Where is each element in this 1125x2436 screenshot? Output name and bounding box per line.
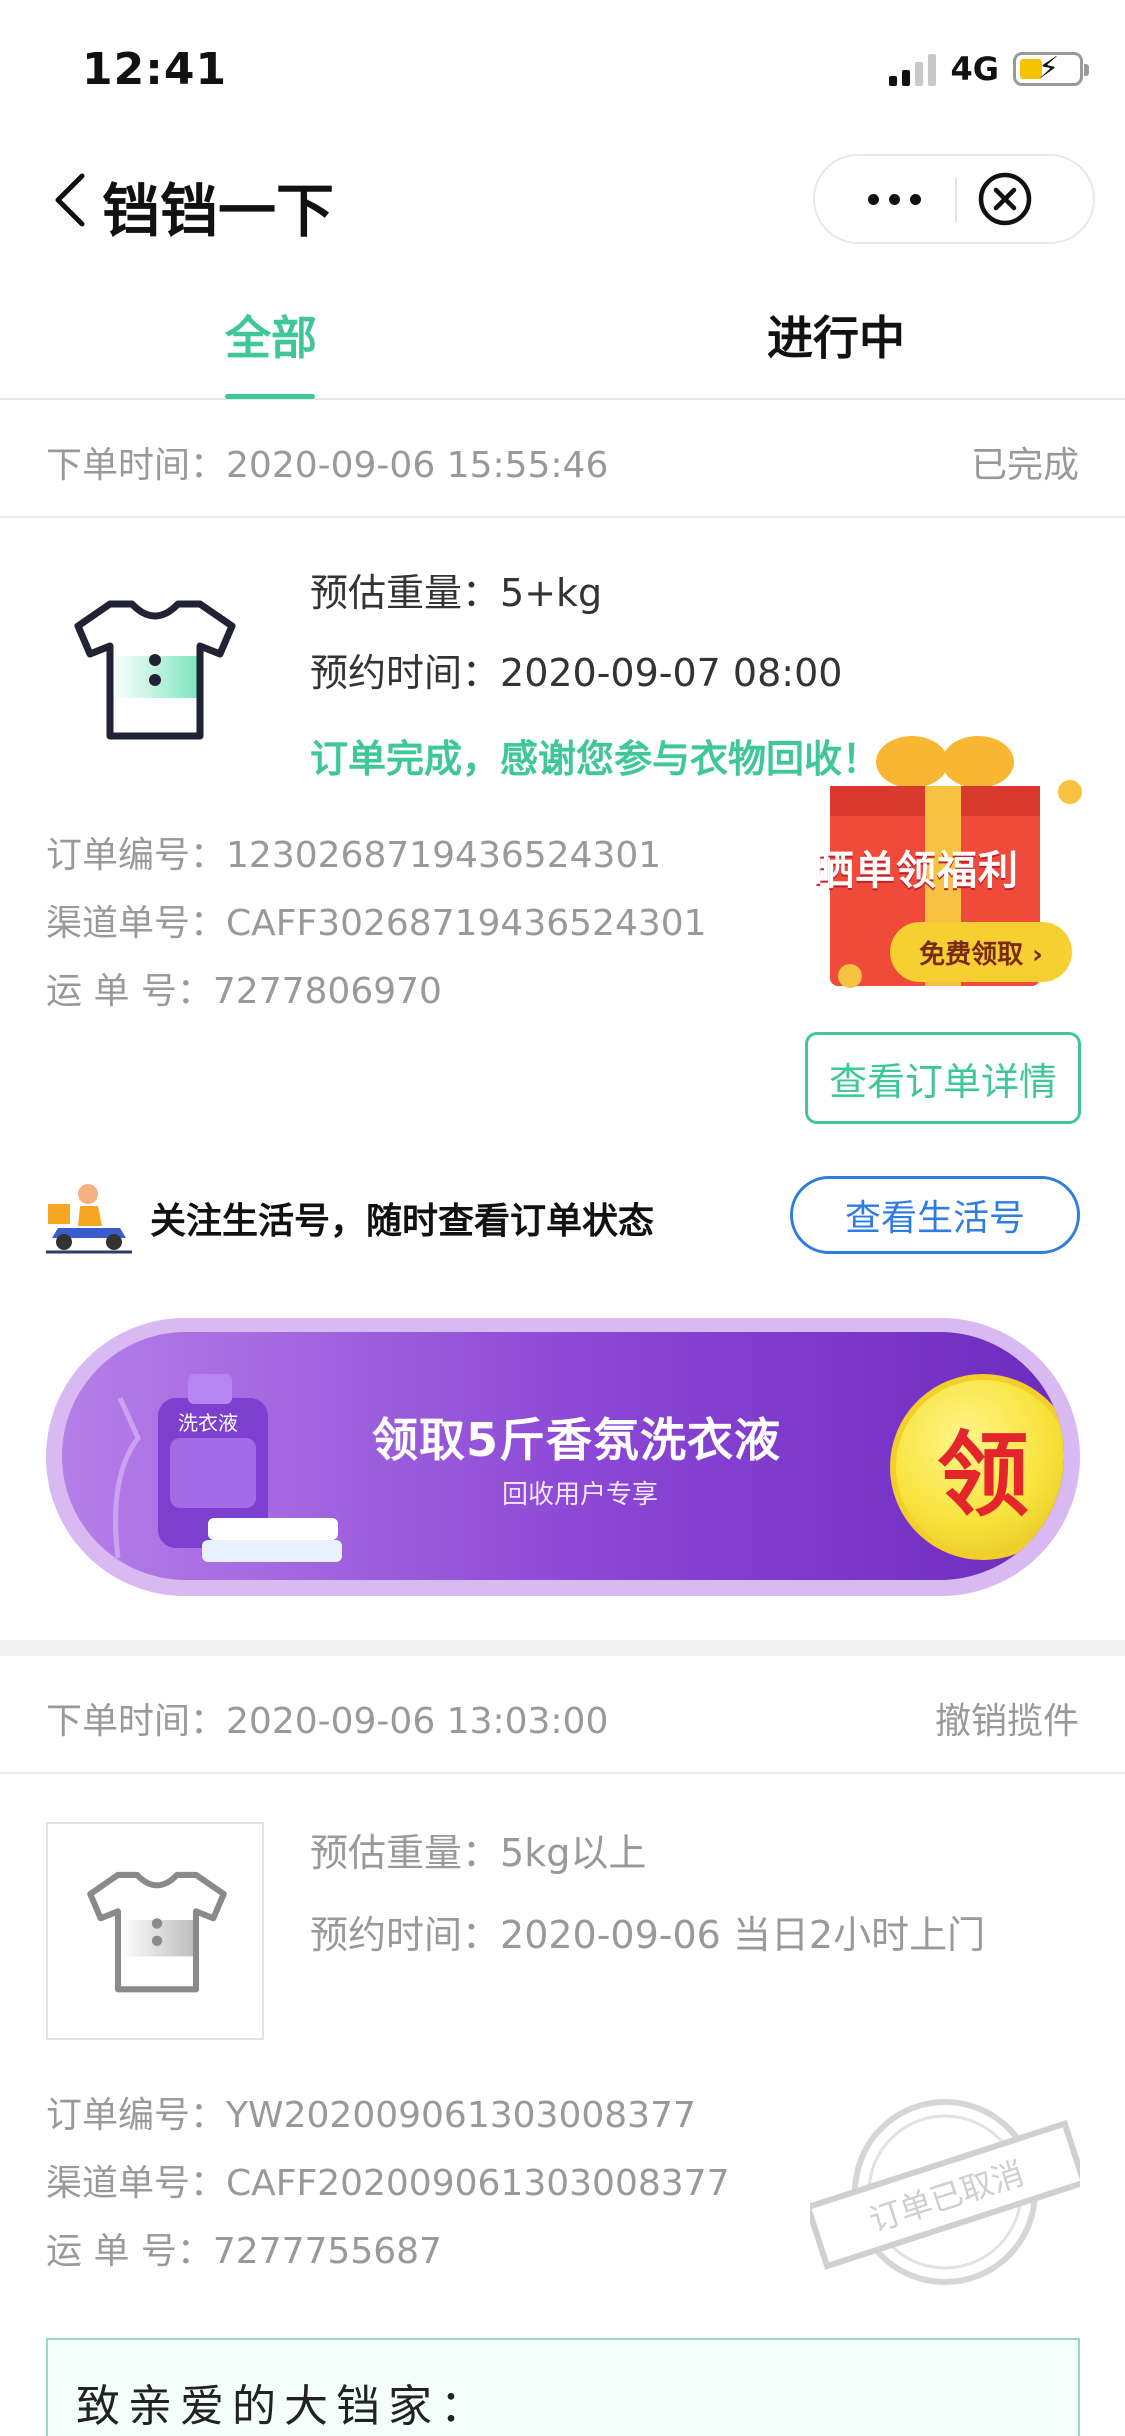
tab-bar: 全部 进行中: [0, 280, 1125, 400]
detergent-promo-banner[interactable]: 洗衣液 领取5斤香氛洗衣液 回收用户专享 领: [46, 1318, 1080, 1596]
claim-coin-button[interactable]: 领: [890, 1374, 1064, 1560]
mini-program-capsule: [813, 154, 1095, 244]
order-header: 下单时间：2020-09-06 13:03:00 撤销揽件: [0, 1656, 1125, 1774]
capsule-divider: [955, 178, 957, 222]
status-indicators: 4G ⚡: [889, 50, 1089, 88]
nav-bar: 铛铛一下: [0, 140, 1125, 260]
tshirt-icon: [74, 600, 236, 740]
order-number-row: 订单编号：1230268719436524301: [46, 835, 662, 876]
appointment-row: 预约时间：2020-09-06 当日2小时上门: [310, 1913, 986, 1957]
section-divider: [0, 1640, 1125, 1656]
tab-ongoing[interactable]: 进行中: [767, 302, 905, 368]
follow-text: 关注生活号，随时查看订单状态: [150, 1201, 655, 1242]
letter-card: 致亲爱的大铛家：: [46, 2338, 1080, 2436]
status-time: 12:41: [82, 44, 228, 95]
bottle-label: 洗衣液: [178, 1411, 238, 1435]
network-type: 4G: [950, 50, 999, 88]
cancelled-stamp: 订单已取消: [810, 2099, 1080, 2285]
item-thumbnail: [46, 1822, 264, 2040]
waybill-number-row: 运 单 号：7277806970: [46, 971, 442, 1012]
order-time: 下单时间：2020-09-06 13:03:00: [46, 1701, 609, 1742]
channel-number-row: 渠道单号：CAFF30268719436524301: [46, 903, 707, 944]
weight-row: 预估重量：5kg以上: [310, 1831, 647, 1875]
page-title: 铛铛一下: [102, 177, 335, 245]
delivery-scooter-icon: [46, 1184, 132, 1254]
order-header: 下单时间：2020-09-06 15:55:46 已完成: [0, 400, 1125, 518]
tab-active-indicator: [225, 394, 315, 399]
order-status: 已完成: [970, 445, 1079, 486]
gift-label: 晒单领福利: [814, 848, 1019, 894]
back-icon[interactable]: [46, 170, 96, 230]
view-order-detail-button[interactable]: 查看订单详情: [805, 1032, 1081, 1124]
free-claim-button[interactable]: 免费领取 ›: [890, 922, 1072, 982]
close-circle-icon[interactable]: [975, 169, 1035, 229]
letter-greeting: 致亲爱的大铛家：: [76, 2381, 492, 2432]
weight-row: 预估重量：5+kg: [310, 571, 603, 615]
banner-body: 洗衣液 领取5斤香氛洗衣液 回收用户专享 领: [62, 1332, 1064, 1580]
waybill-number-row: 运 单 号：7277755687: [46, 2231, 442, 2272]
tab-all[interactable]: 全部: [225, 302, 317, 368]
signal-icon: [889, 52, 937, 86]
appointment-row: 预约时间：2020-09-07 08:00: [310, 651, 843, 695]
tshirt-icon: [87, 1871, 227, 1993]
status-bar: 12:41 4G ⚡: [0, 0, 1125, 140]
battery-icon: ⚡: [1013, 51, 1089, 86]
banner-subtitle: 回收用户专享: [502, 1480, 659, 1510]
channel-number-row: 渠道单号：CAFF202009061303008377: [46, 2163, 730, 2204]
order-status: 撤销揽件: [934, 1701, 1079, 1742]
gift-promo[interactable]: 晒单领福利 免费领取 ›: [800, 726, 1090, 996]
more-icon[interactable]: [849, 156, 939, 242]
order-time: 下单时间：2020-09-06 15:55:46: [46, 445, 609, 486]
order-number-row: 订单编号：YW202009061303008377: [46, 2095, 696, 2136]
order-complete-message: 订单完成，感谢您参与衣物回收！: [310, 737, 881, 781]
banner-title: 领取5斤香氛洗衣液: [372, 1413, 782, 1467]
detergent-bottle-icon: 洗衣液: [113, 1374, 342, 1562]
view-life-account-button[interactable]: 查看生活号: [790, 1176, 1080, 1254]
